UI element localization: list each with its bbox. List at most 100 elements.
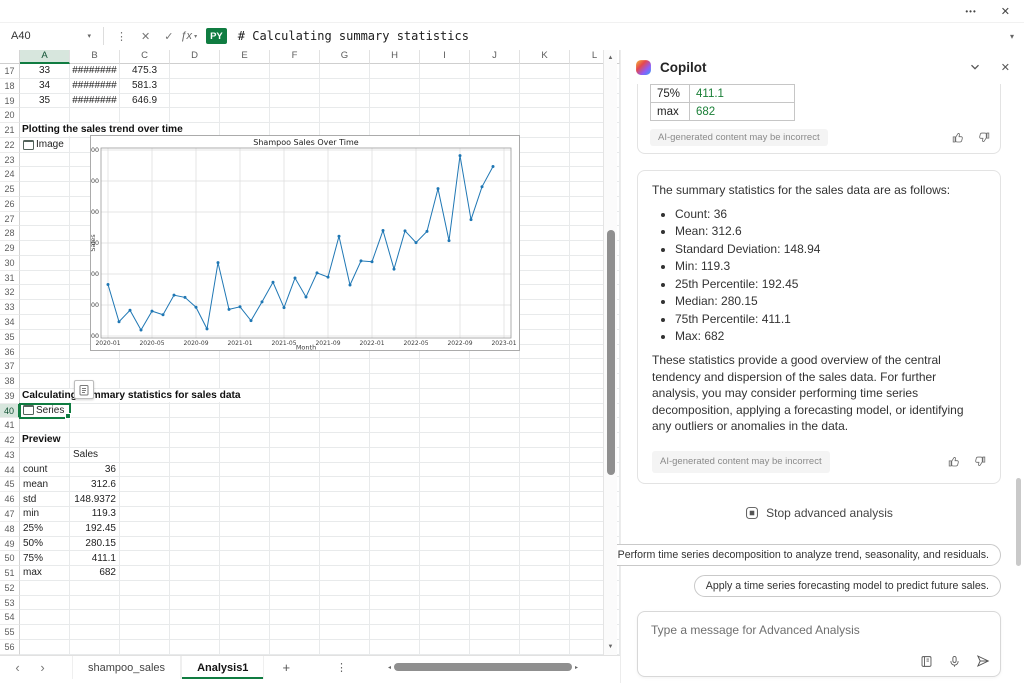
cell-K22[interactable] <box>520 138 570 153</box>
cell-F52[interactable] <box>270 581 320 596</box>
cell-E46[interactable] <box>220 492 270 507</box>
cell-J20[interactable] <box>470 108 520 123</box>
cell-C54[interactable] <box>120 610 170 625</box>
cell-H51[interactable] <box>370 566 420 581</box>
row-header-48[interactable]: 48 <box>0 522 20 537</box>
cell-C47[interactable] <box>120 507 170 522</box>
cell-K47[interactable] <box>520 507 570 522</box>
column-header-D[interactable]: D <box>170 50 220 64</box>
cell-A25[interactable] <box>20 182 70 197</box>
row-header-53[interactable]: 53 <box>0 596 20 611</box>
cell-B19[interactable]: ######## <box>70 94 120 109</box>
cell-F54[interactable] <box>270 610 320 625</box>
cell-C46[interactable] <box>120 492 170 507</box>
row-header-30[interactable]: 30 <box>0 256 20 271</box>
scroll-left-icon[interactable]: ◂ <box>388 664 391 671</box>
cell-A30[interactable] <box>20 256 70 271</box>
cell-H41[interactable] <box>370 418 420 433</box>
cell-B56[interactable] <box>70 640 120 655</box>
cell-K40[interactable] <box>520 404 570 419</box>
cell-A55[interactable] <box>20 625 70 640</box>
cell-E45[interactable] <box>220 477 270 492</box>
cell-I46[interactable] <box>420 492 470 507</box>
row-header-26[interactable]: 26 <box>0 197 20 212</box>
cell-K43[interactable] <box>520 448 570 463</box>
cell-D50[interactable] <box>170 551 220 566</box>
cell-J38[interactable] <box>470 374 520 389</box>
thumbs-down-icon[interactable] <box>973 455 986 468</box>
cell-E38[interactable] <box>220 374 270 389</box>
cell-D17[interactable] <box>170 64 220 79</box>
cell-F18[interactable] <box>270 79 320 94</box>
cell-F48[interactable] <box>270 522 320 537</box>
cell-G19[interactable] <box>320 94 370 109</box>
cell-F50[interactable] <box>270 551 320 566</box>
cell-B46[interactable]: 148.9372 <box>70 492 120 507</box>
cell-I45[interactable] <box>420 477 470 492</box>
cell-J50[interactable] <box>470 551 520 566</box>
row-header-18[interactable]: 18 <box>0 79 20 94</box>
cell-I41[interactable] <box>420 418 470 433</box>
cell-D56[interactable] <box>170 640 220 655</box>
insert-data-button[interactable] <box>74 380 94 399</box>
cell-J42[interactable] <box>470 433 520 448</box>
cell-E51[interactable] <box>220 566 270 581</box>
row-header-24[interactable]: 24 <box>0 167 20 182</box>
row-header-38[interactable]: 38 <box>0 374 20 389</box>
cell-E37[interactable] <box>220 359 270 374</box>
tab-shampoo-sales[interactable]: shampoo_sales <box>72 656 181 679</box>
cell-G38[interactable] <box>320 374 370 389</box>
cell-A44[interactable]: count <box>20 463 70 478</box>
cell-I44[interactable] <box>420 463 470 478</box>
row-header-50[interactable]: 50 <box>0 551 20 566</box>
row-header-51[interactable]: 51 <box>0 566 20 581</box>
cell-F37[interactable] <box>270 359 320 374</box>
cell-G17[interactable] <box>320 64 370 79</box>
cell-E44[interactable] <box>220 463 270 478</box>
cell-H49[interactable] <box>370 537 420 552</box>
cell-J19[interactable] <box>470 94 520 109</box>
cell-K45[interactable] <box>520 477 570 492</box>
cell-B47[interactable]: 119.3 <box>70 507 120 522</box>
cell-K21[interactable] <box>520 123 570 138</box>
cell-D19[interactable] <box>170 94 220 109</box>
cell-D47[interactable] <box>170 507 220 522</box>
cell-G53[interactable] <box>320 596 370 611</box>
cell-K34[interactable] <box>520 315 570 330</box>
cell-D52[interactable] <box>170 581 220 596</box>
cell-K29[interactable] <box>520 241 570 256</box>
cell-G20[interactable] <box>320 108 370 123</box>
cell-D20[interactable] <box>170 108 220 123</box>
column-header-C[interactable]: C <box>120 50 170 64</box>
cell-C41[interactable] <box>120 418 170 433</box>
cell-H42[interactable] <box>370 433 420 448</box>
cell-I54[interactable] <box>420 610 470 625</box>
vertical-scrollbar[interactable]: ▲ ▼ <box>603 50 617 655</box>
cell-B55[interactable] <box>70 625 120 640</box>
cell-C56[interactable] <box>120 640 170 655</box>
row-header-35[interactable]: 35 <box>0 330 20 345</box>
row-header-32[interactable]: 32 <box>0 285 20 300</box>
cell-J54[interactable] <box>470 610 520 625</box>
cell-I40[interactable] <box>420 404 470 419</box>
cell-E43[interactable] <box>220 448 270 463</box>
cell-A37[interactable] <box>20 359 70 374</box>
cell-G43[interactable] <box>320 448 370 463</box>
cell-A19[interactable]: 35 <box>20 94 70 109</box>
copilot-scrollbar-thumb[interactable] <box>1016 478 1021 566</box>
cell-H18[interactable] <box>370 79 420 94</box>
cell-E54[interactable] <box>220 610 270 625</box>
cell-K39[interactable] <box>520 389 570 404</box>
cell-C52[interactable] <box>120 581 170 596</box>
copilot-input[interactable]: Type a message for Advanced Analysis <box>637 611 1001 677</box>
cell-D55[interactable] <box>170 625 220 640</box>
cell-C48[interactable] <box>120 522 170 537</box>
cell-D40[interactable] <box>170 404 220 419</box>
row-header-49[interactable]: 49 <box>0 537 20 552</box>
row-header-33[interactable]: 33 <box>0 300 20 315</box>
cell-E20[interactable] <box>220 108 270 123</box>
embedded-chart-image[interactable]: 1002003004005006007002020-012020-052020-… <box>90 135 520 351</box>
cell-B52[interactable] <box>70 581 120 596</box>
cell-G18[interactable] <box>320 79 370 94</box>
cell-C38[interactable] <box>120 374 170 389</box>
